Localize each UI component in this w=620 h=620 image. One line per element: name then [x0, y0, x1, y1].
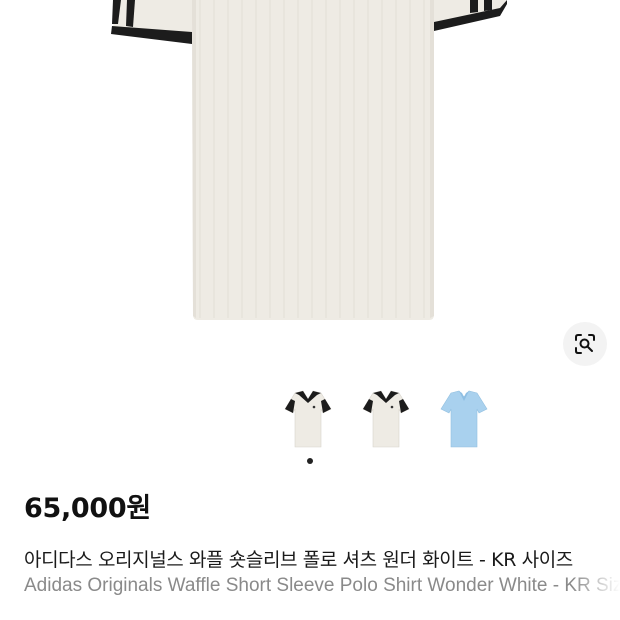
product-price: 65,000원: [24, 493, 151, 524]
product-image[interactable]: [0, 0, 620, 375]
product-title-korean: 아디다스 오리지널스 와플 숏슬리브 폴로 셔츠 원더 화이트 - KR 사이즈: [24, 549, 573, 571]
thumbnail-item[interactable]: [283, 385, 333, 451]
carousel-indicator-active: [307, 458, 313, 464]
product-page: 65,000원 아디다스 오리지널스 와플 숏슬리브 폴로 셔츠 원더 화이트 …: [0, 0, 620, 620]
thumbnail-item[interactable]: [439, 385, 489, 451]
thumbnail-strip: [283, 385, 489, 451]
polo-white-alt-thumbnail: [362, 390, 410, 448]
polo-white-thumbnail: [284, 390, 332, 448]
thumbnail-item[interactable]: [361, 385, 411, 451]
polo-shirt-image: [111, 0, 507, 320]
polo-light-blue-thumbnail: [440, 390, 488, 448]
product-title-english: Adidas Originals Waffle Short Sleeve Pol…: [24, 575, 620, 596]
visual-search-button[interactable]: [563, 322, 607, 366]
visual-search-icon: [575, 334, 595, 354]
